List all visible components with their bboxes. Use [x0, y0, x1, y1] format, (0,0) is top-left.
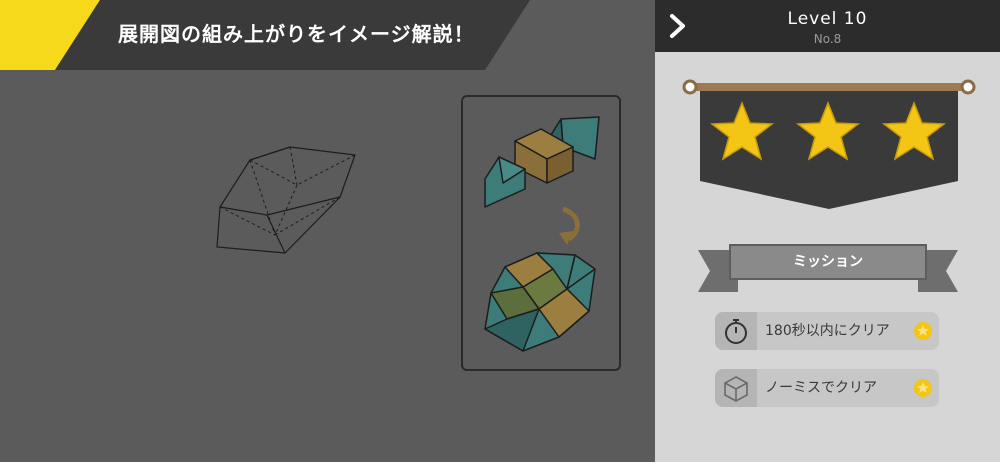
- star-rating-flag: [682, 79, 976, 209]
- level-title: Level 10: [787, 9, 868, 29]
- achieved-star-icon: [914, 322, 932, 340]
- assembly-illustration: [484, 116, 600, 352]
- play-area: 展開図の組み上がりをイメージ解説！: [0, 0, 655, 462]
- goal-text: 180秒以内にクリア: [765, 323, 890, 339]
- mission-goal-time: 180秒以内にクリア: [715, 312, 939, 350]
- result-panel: Level 10 No.8 ミッション 180秒以内にクリア ノーミスでクリア: [655, 0, 1000, 462]
- cube-icon: [724, 376, 748, 402]
- goal-text: ノーミスでクリア: [765, 380, 877, 396]
- achieved-star-icon: [914, 379, 932, 397]
- mission-goal-no-miss: ノーミスでクリア: [715, 369, 939, 407]
- stopwatch-icon: [725, 319, 747, 344]
- wireframe-solid: [216, 146, 356, 254]
- mission-label: ミッション: [729, 244, 927, 280]
- banner-title: 展開図の組み上がりをイメージ解説！: [118, 22, 475, 46]
- stage-number: No.8: [813, 32, 842, 46]
- top-bar: Level 10 No.8: [655, 0, 1000, 52]
- hint-card: [461, 95, 621, 371]
